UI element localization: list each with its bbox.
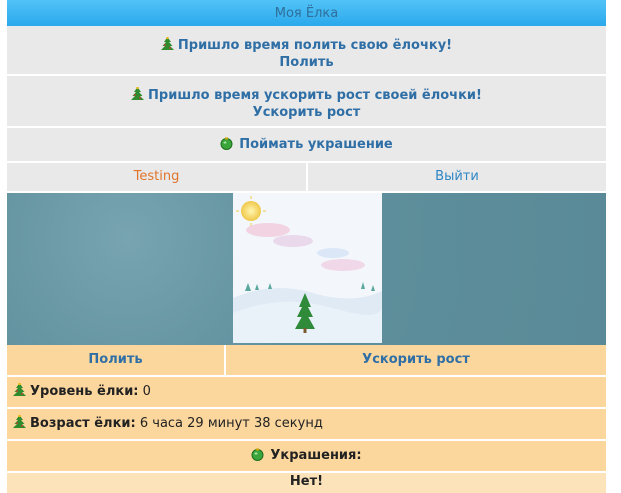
tree-icon — [13, 415, 26, 428]
speed-up-button[interactable]: Ускорить рост — [226, 345, 606, 375]
water-notice-text: Пришло время полить свою ёлочку! — [177, 38, 453, 53]
tree-actions: Полить Ускорить рост — [7, 345, 606, 377]
ornament-icon — [220, 137, 233, 150]
page-title: Моя Ёлка — [274, 6, 339, 21]
decorations-header: Украшения: — [7, 441, 606, 473]
ornament-icon — [251, 448, 264, 461]
decorations-status: Нет! — [7, 473, 606, 493]
tree-scene — [7, 193, 606, 345]
speed-up-link[interactable]: Ускорить рост — [253, 105, 361, 120]
tree-icon — [160, 37, 174, 50]
username-link[interactable]: Testing — [7, 163, 308, 191]
tree-age-label: Возраст ёлки: — [30, 416, 136, 431]
catch-decoration-row[interactable]: Поймать украшение — [7, 128, 606, 163]
logout-link[interactable]: Выйти — [308, 163, 606, 191]
tree-icon — [131, 87, 145, 100]
decorations-title: Украшения: — [270, 448, 362, 463]
tree-icon — [13, 383, 26, 396]
water-button[interactable]: Полить — [7, 345, 226, 375]
tree-level-label: Уровень ёлки: — [30, 384, 139, 399]
page-title-bar: Моя Ёлка — [7, 0, 606, 26]
grow-notice: Пришло время ускорить рост своей ёлочки!… — [7, 76, 606, 128]
user-tabs: Testing Выйти — [7, 163, 606, 193]
water-notice: Пришло время полить свою ёлочку! Полить — [7, 26, 606, 76]
catch-decoration-link[interactable]: Поймать украшение — [239, 137, 393, 152]
tree-age-value: 6 часа 29 минут 38 секунд — [139, 416, 323, 431]
decorations-status-text: Нет! — [289, 474, 324, 489]
tree-picture — [233, 193, 382, 343]
water-link[interactable]: Полить — [279, 55, 333, 70]
grow-notice-text: Пришло время ускорить рост своей ёлочки! — [148, 88, 482, 103]
tree-level-row: Уровень ёлки: 0 — [7, 377, 606, 409]
tree-level-value: 0 — [142, 384, 151, 399]
tree-age-row: Возраст ёлки: 6 часа 29 минут 38 секунд — [7, 409, 606, 441]
